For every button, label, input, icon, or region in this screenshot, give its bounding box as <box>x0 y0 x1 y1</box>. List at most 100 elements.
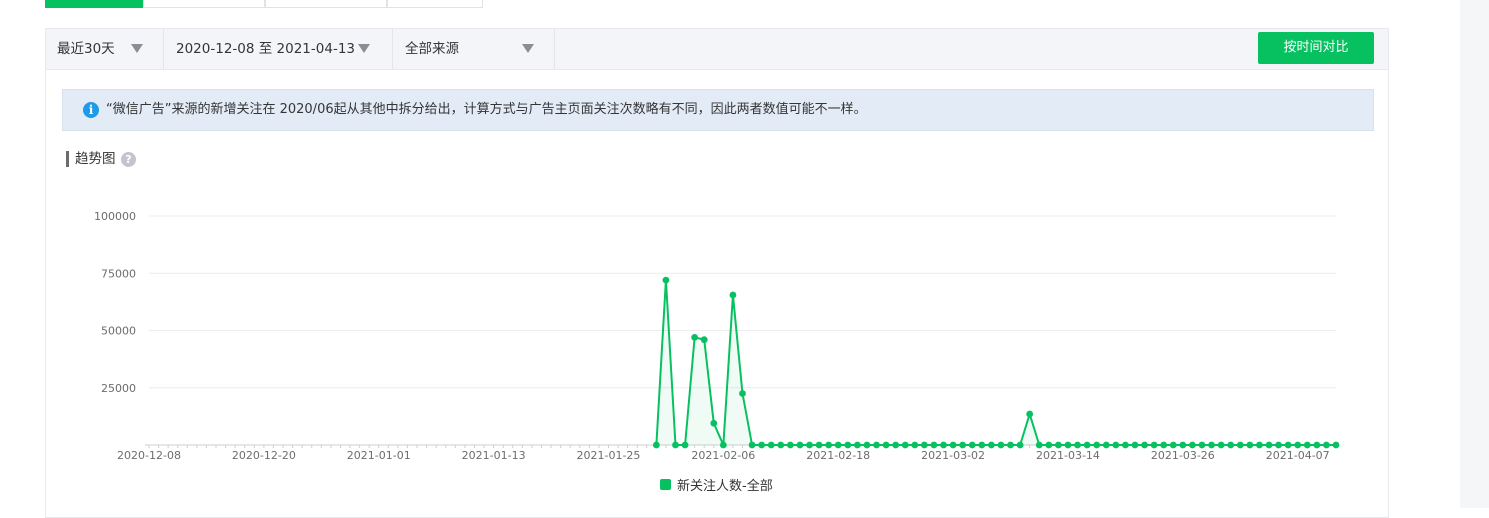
data-point <box>1016 441 1024 449</box>
series-area <box>656 280 1336 445</box>
data-point <box>1246 441 1254 449</box>
data-point <box>777 441 785 449</box>
x-tick-label: 2021-04-07 <box>1266 449 1330 462</box>
data-point <box>1265 441 1273 449</box>
data-point <box>1083 441 1091 449</box>
data-point <box>1275 441 1282 449</box>
data-point <box>1093 441 1101 449</box>
top-tab-active[interactable] <box>45 0 143 8</box>
data-point <box>1284 441 1292 449</box>
trend-chart: 25000 50000 75000 100000 2020-12-08 2020-12-2… <box>94 210 1340 462</box>
y-tick-label: 75000 <box>101 267 136 280</box>
data-point <box>1160 441 1168 449</box>
chart-legend[interactable]: 新关注人数-全部 <box>660 475 773 494</box>
data-point <box>767 441 775 449</box>
data-point <box>892 441 900 449</box>
data-point <box>1045 441 1053 449</box>
data-point <box>1236 441 1244 449</box>
data-point <box>1035 441 1043 449</box>
data-point <box>739 390 746 397</box>
data-point <box>652 441 660 449</box>
data-point <box>1122 441 1129 449</box>
x-tick-label: 2020-12-20 <box>232 449 296 462</box>
data-point <box>786 441 794 449</box>
data-point <box>1217 441 1225 449</box>
data-point <box>1007 441 1014 449</box>
data-point <box>1150 441 1158 449</box>
data-point <box>691 333 699 341</box>
data-point <box>997 441 1005 449</box>
y-tick-label: 50000 <box>101 325 136 338</box>
data-point <box>1064 441 1072 449</box>
data-point <box>719 441 727 449</box>
data-point <box>806 441 813 449</box>
x-tick-label: 2021-03-14 <box>1036 449 1100 462</box>
legend-swatch <box>660 478 671 490</box>
series-line <box>655 279 1336 446</box>
trend-panel: 最近30天 2020-12-08 至 2021-04-13 全部来源 按时间对比… <box>45 28 1389 518</box>
x-tick-label: 2021-01-13 <box>462 449 526 462</box>
top-tab-bar <box>45 0 483 8</box>
data-point <box>1102 441 1110 449</box>
data-point <box>930 441 938 449</box>
data-point <box>729 291 737 299</box>
data-point <box>901 441 909 449</box>
data-point <box>1227 441 1235 449</box>
data-point <box>863 441 871 449</box>
x-tick-label: 2021-02-18 <box>806 449 870 462</box>
data-point <box>1303 441 1311 449</box>
data-point <box>796 441 804 449</box>
data-point <box>825 441 833 449</box>
data-point <box>844 441 852 449</box>
top-tab-4[interactable] <box>387 0 483 8</box>
data-point <box>1112 441 1120 449</box>
data-point <box>1054 441 1062 449</box>
data-point <box>968 441 976 449</box>
legend-label: 新关注人数-全部 <box>677 478 773 494</box>
data-point <box>920 441 928 449</box>
data-point <box>949 441 957 449</box>
data-point <box>681 441 689 449</box>
data-point <box>1074 441 1081 449</box>
top-tab-3[interactable] <box>265 0 387 8</box>
data-point <box>873 441 880 449</box>
x-tick-label: 2021-01-01 <box>347 449 411 462</box>
data-point <box>1179 441 1187 449</box>
data-point <box>1294 441 1302 449</box>
data-point <box>748 441 756 449</box>
data-point <box>1208 441 1215 449</box>
data-point <box>834 441 842 449</box>
data-point <box>710 419 718 427</box>
data-point <box>959 441 967 449</box>
data-point <box>1169 441 1177 449</box>
y-tick-label: 25000 <box>101 382 136 395</box>
data-point <box>1198 441 1206 449</box>
x-tick-label: 2021-03-02 <box>921 449 985 462</box>
data-point <box>987 441 995 449</box>
data-point <box>1026 410 1034 418</box>
data-point <box>978 441 986 449</box>
data-point <box>758 441 766 449</box>
data-point <box>1256 441 1263 449</box>
data-point <box>815 441 823 449</box>
x-tick-label: 2020-12-08 <box>117 449 181 462</box>
data-point <box>853 441 861 449</box>
data-point <box>911 441 919 449</box>
data-point <box>672 441 679 449</box>
data-point <box>1332 441 1340 449</box>
top-tab-2[interactable] <box>143 0 265 8</box>
right-gutter <box>1460 0 1489 508</box>
x-tick-label: 2021-02-06 <box>691 449 755 462</box>
data-point <box>1313 441 1321 449</box>
data-point <box>662 276 670 284</box>
data-point <box>940 441 947 449</box>
data-point <box>882 441 890 449</box>
data-point <box>1141 441 1148 449</box>
data-point <box>1323 441 1330 449</box>
data-point <box>1131 441 1139 449</box>
y-tick-label: 100000 <box>94 210 136 223</box>
data-point <box>1189 441 1196 449</box>
x-tick-label: 2021-03-26 <box>1151 449 1215 462</box>
data-point <box>700 336 708 344</box>
x-tick-label: 2021-01-25 <box>577 449 641 462</box>
